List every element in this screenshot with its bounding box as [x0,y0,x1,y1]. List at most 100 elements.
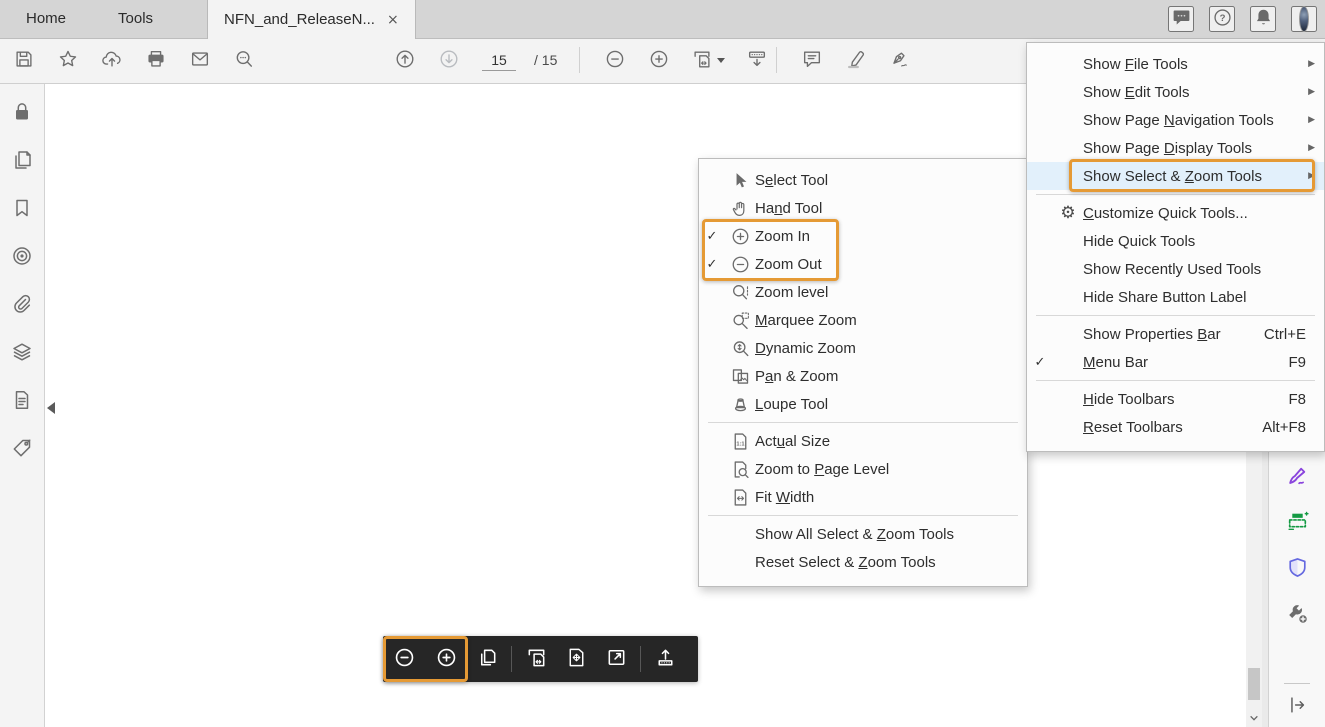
menu-item-label: Menu Bar [1083,353,1149,371]
menu-item-zoom-level[interactable]: Zoom level [699,278,1027,306]
help-button[interactable]: ? [1209,6,1235,32]
menu-item-pan-and-zoom[interactable]: Pan & Zoom [699,362,1027,390]
zoom-in-button[interactable] [642,40,676,80]
previous-page-button[interactable] [388,40,422,80]
page-fit-dropdown-button[interactable] [686,40,730,80]
fill-and-sign-button[interactable] [1283,464,1311,490]
shortcut-label: Ctrl+E [1263,325,1306,343]
close-tab-icon[interactable]: × [387,13,399,27]
layers-icon [10,340,34,367]
print-icon [145,48,167,73]
account-avatar-button[interactable] [1291,6,1317,32]
search-button[interactable] [227,40,261,80]
fit-one-full-page-button[interactable] [556,636,596,682]
menu-item-menu-bar[interactable]: ✓ Menu Bar F9 [1027,348,1324,376]
file-tools-group [7,38,261,82]
menu-item-label: Show All Select & Zoom Tools [755,525,954,543]
menu-item-loupe-tool[interactable]: Loupe Tool [699,390,1027,418]
tab-home[interactable]: Home [0,0,92,38]
menu-item-label: Hide Quick Tools [1083,232,1196,250]
show-main-toolbar-button[interactable] [645,636,685,682]
left-navigation-pane [0,83,45,727]
comments-button[interactable] [1168,6,1194,32]
page-thumbnails-button[interactable] [467,636,507,682]
menu-item-hide-toolbars[interactable]: Hide Toolbars F8 [1027,385,1324,413]
avatar [1299,6,1309,32]
more-tools-button[interactable] [1283,602,1311,628]
fit-width-button[interactable] [516,636,556,682]
menu-item-fit-width[interactable]: Fit Width [699,483,1027,511]
menu-item-show-page-display-tools[interactable]: Show Page Display Tools ▶ [1027,134,1324,162]
menu-item-hide-share-button-label[interactable]: Hide Share Button Label [1027,283,1324,311]
menu-item-dynamic-zoom[interactable]: Dynamic Zoom [699,334,1027,362]
expand-tools-pane-button[interactable] [1283,693,1311,719]
tab-tools[interactable]: Tools [92,0,179,38]
organize-pages-button[interactable] [1283,510,1311,536]
comment-button[interactable] [795,40,829,80]
menu-item-label: Show Edit Tools [1083,83,1190,101]
tab-bar: Home Tools NFN_and_ReleaseN... × ? [0,0,1325,39]
scroll-down-icon[interactable] [1246,711,1262,725]
menu-item-show-all-select-zoom-tools[interactable]: Show All Select & Zoom Tools [699,520,1027,548]
destinations-button[interactable] [8,244,36,271]
content-button[interactable] [8,388,36,415]
zoom-out-button[interactable] [598,40,632,80]
menu-item-actual-size[interactable]: 1:1 Actual Size [699,427,1027,455]
menu-item-zoom-out[interactable]: ✓ Zoom Out [699,250,1027,278]
security-lock-button[interactable] [8,100,36,127]
menu-item-show-recently-used-tools[interactable]: Show Recently Used Tools [1027,255,1324,283]
menu-item-zoom-to-page-level[interactable]: Zoom to Page Level [699,455,1027,483]
menu-item-show-properties-bar[interactable]: Show Properties Bar Ctrl+E [1027,320,1324,348]
zoom-out-button[interactable] [383,636,425,682]
tab-document[interactable]: NFN_and_ReleaseN... × [207,0,416,39]
menu-item-label: Select Tool [755,171,829,189]
page-thumbnails-button[interactable] [8,148,36,175]
scrollbar-thumb[interactable] [1248,668,1260,700]
content-icon [10,388,34,415]
menu-item-reset-select-zoom-tools[interactable]: Reset Select & Zoom Tools [699,548,1027,576]
highlight-text-button[interactable] [839,40,873,80]
star-button[interactable] [51,40,85,80]
svg-text:1:1: 1:1 [736,441,744,447]
submenu-arrow-icon: ▶ [1308,87,1315,97]
full-screen-button[interactable] [596,636,636,682]
highlight-text-icon [845,48,867,73]
zoom-in-button[interactable] [425,636,467,682]
page-number-input[interactable] [482,49,516,71]
menu-item-show-select-zoom-tools[interactable]: Show Select & Zoom Tools ▶ [1027,162,1324,190]
fill-sign-button[interactable] [883,40,917,80]
layers-button[interactable] [8,340,36,367]
save-button[interactable] [7,40,41,80]
menu-item-show-page-navigation-tools[interactable]: Show Page Navigation Tools ▶ [1027,106,1324,134]
menu-item-customize-quick-tools[interactable]: ⚙ Customize Quick Tools... [1027,199,1324,227]
menu-item-reset-toolbars[interactable]: Reset Toolbars Alt+F8 [1027,413,1324,441]
floating-page-controls [383,636,698,682]
email-button[interactable] [183,40,217,80]
menu-item-show-file-tools[interactable]: Show File Tools ▶ [1027,50,1324,78]
menu-item-hide-quick-tools[interactable]: Hide Quick Tools [1027,227,1324,255]
menu-item-zoom-in[interactable]: ✓ Zoom In [699,222,1027,250]
menu-item-show-edit-tools[interactable]: Show Edit Tools ▶ [1027,78,1324,106]
protect-button[interactable] [1283,556,1311,582]
comments-icon [1171,7,1192,31]
menu-item-select-tool[interactable]: Select Tool [699,166,1027,194]
menu-item-label: Show Page Navigation Tools [1083,111,1274,129]
dynamic-icon [725,338,755,359]
next-page-button[interactable] [432,40,466,80]
toolbar-divider [511,646,512,672]
share-upload-icon [101,48,123,73]
shortcut-label: Alt+F8 [1262,418,1306,436]
share-upload-button[interactable] [95,40,129,80]
select-zoom-tools-menu: Select Tool Hand Tool ✓ Zoom In ✓ Zoom Out Zoo… [698,158,1028,587]
panel-collapse-handle[interactable] [47,402,55,414]
bookmarks-button[interactable] [8,196,36,223]
menu-item-marquee-zoom[interactable]: Marquee Zoom [699,306,1027,334]
attachments-icon [10,292,34,319]
attachments-button[interactable] [8,292,36,319]
hand-icon [725,198,755,219]
print-button[interactable] [139,40,173,80]
notifications-button[interactable] [1250,6,1276,32]
menu-item-label: Zoom to Page Level [755,460,890,478]
menu-item-hand-tool[interactable]: Hand Tool [699,194,1027,222]
tags-button[interactable] [8,436,36,463]
